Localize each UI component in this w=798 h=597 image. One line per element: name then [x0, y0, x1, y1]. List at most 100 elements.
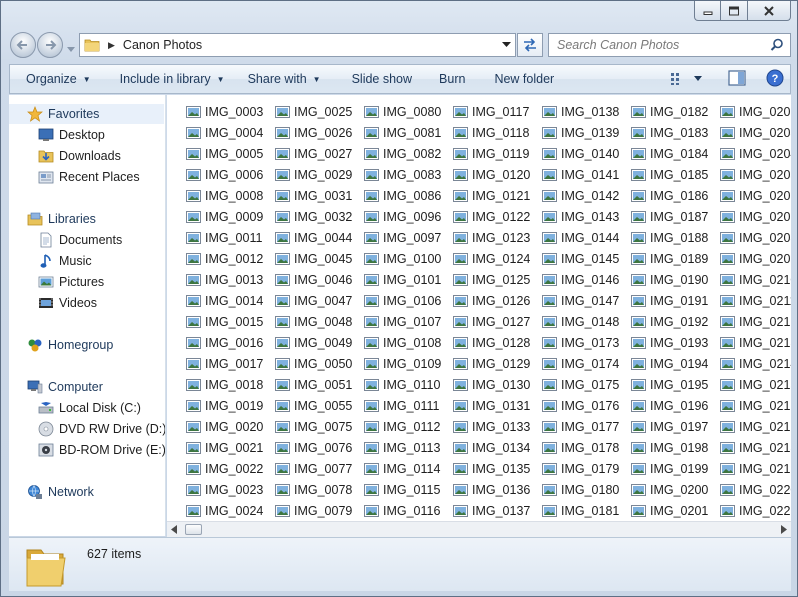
- breadcrumb-separator-icon[interactable]: ▶: [108, 40, 115, 51]
- list-item[interactable]: IMG_0009: [186, 206, 263, 227]
- list-item[interactable]: IMG_0055: [275, 395, 352, 416]
- list-item[interactable]: IMG_0187: [631, 206, 708, 227]
- list-item[interactable]: IMG_0050: [275, 353, 352, 374]
- list-item[interactable]: IMG_0022: [186, 458, 263, 479]
- burn-button[interactable]: Burn: [423, 65, 476, 93]
- list-item[interactable]: IMG_0173: [542, 332, 619, 353]
- list-item[interactable]: IMG_0008: [186, 185, 263, 206]
- sidebar-item-recent-places[interactable]: Recent Places: [9, 167, 140, 187]
- list-item[interactable]: IMG_0179: [542, 458, 619, 479]
- list-item[interactable]: IMG_0185: [631, 164, 708, 185]
- list-item[interactable]: IMG_0180: [542, 479, 619, 500]
- list-item[interactable]: IMG_0142: [542, 185, 619, 206]
- list-item[interactable]: IMG_0005: [186, 143, 263, 164]
- list-item[interactable]: IMG_0204: [720, 143, 791, 164]
- list-item[interactable]: IMG_0012: [186, 248, 263, 269]
- sidebar-item-libraries[interactable]: Libraries: [9, 209, 96, 229]
- list-item[interactable]: IMG_0220: [720, 479, 791, 500]
- list-item[interactable]: IMG_0189: [631, 248, 708, 269]
- list-item[interactable]: IMG_0133: [453, 416, 530, 437]
- list-item[interactable]: IMG_0004: [186, 122, 263, 143]
- list-item[interactable]: IMG_0120: [453, 164, 530, 185]
- list-item[interactable]: IMG_0210: [720, 269, 791, 290]
- sidebar-item-music[interactable]: Music: [9, 251, 92, 271]
- list-item[interactable]: IMG_0135: [453, 458, 530, 479]
- list-item[interactable]: IMG_0138: [542, 101, 619, 122]
- list-item[interactable]: IMG_0121: [453, 185, 530, 206]
- maximize-button[interactable]: [721, 1, 748, 21]
- list-item[interactable]: IMG_0115: [364, 479, 441, 500]
- list-item[interactable]: IMG_0197: [631, 416, 708, 437]
- list-item[interactable]: IMG_0134: [453, 437, 530, 458]
- list-item[interactable]: IMG_0047: [275, 290, 352, 311]
- list-item[interactable]: IMG_0129: [453, 353, 530, 374]
- sidebar-item-computer[interactable]: Computer: [9, 377, 103, 397]
- file-list[interactable]: IMG_0003 IMG_0004 IMG_0005 IMG_0006 IMG_0008…: [167, 95, 791, 521]
- list-item[interactable]: IMG_0116: [364, 500, 441, 521]
- list-item[interactable]: IMG_0032: [275, 206, 352, 227]
- close-button[interactable]: [748, 1, 791, 21]
- list-item[interactable]: IMG_0208: [720, 227, 791, 248]
- list-item[interactable]: IMG_0086: [364, 185, 441, 206]
- list-item[interactable]: IMG_0145: [542, 248, 619, 269]
- list-item[interactable]: IMG_0031: [275, 185, 352, 206]
- sidebar-item-local-disk[interactable]: Local Disk (C:): [9, 398, 141, 418]
- list-item[interactable]: IMG_0203: [720, 122, 791, 143]
- slide-show-button[interactable]: Slide show: [332, 65, 423, 93]
- list-item[interactable]: IMG_0143: [542, 206, 619, 227]
- list-item[interactable]: IMG_0083: [364, 164, 441, 185]
- list-item[interactable]: IMG_0147: [542, 290, 619, 311]
- help-button[interactable]: ?: [766, 69, 784, 90]
- list-item[interactable]: IMG_0130: [453, 374, 530, 395]
- list-item[interactable]: IMG_0114: [364, 458, 441, 479]
- sidebar-item-favorites[interactable]: Favorites: [9, 104, 164, 124]
- organize-menu[interactable]: Organize ▼: [10, 65, 102, 93]
- sidebar-item-homegroup[interactable]: Homegroup: [9, 335, 113, 355]
- scroll-right-icon[interactable]: [781, 525, 787, 534]
- list-item[interactable]: IMG_0183: [631, 122, 708, 143]
- sidebar-item-bdrom-drive[interactable]: BD-ROM Drive (E:) 2: [9, 440, 165, 460]
- list-item[interactable]: IMG_0213: [720, 332, 791, 353]
- list-item[interactable]: IMG_0131: [453, 395, 530, 416]
- list-item[interactable]: IMG_0175: [542, 374, 619, 395]
- list-item[interactable]: IMG_0207: [720, 206, 791, 227]
- list-item[interactable]: IMG_0195: [631, 374, 708, 395]
- list-item[interactable]: IMG_0141: [542, 164, 619, 185]
- list-item[interactable]: IMG_0193: [631, 332, 708, 353]
- list-item[interactable]: IMG_0096: [364, 206, 441, 227]
- list-item[interactable]: IMG_0017: [186, 353, 263, 374]
- list-item[interactable]: IMG_0196: [631, 395, 708, 416]
- list-item[interactable]: IMG_0214: [720, 353, 791, 374]
- list-item[interactable]: IMG_0125: [453, 269, 530, 290]
- list-item[interactable]: IMG_0215: [720, 374, 791, 395]
- sidebar-item-dvd-drive[interactable]: DVD RW Drive (D:) M: [9, 419, 165, 439]
- list-item[interactable]: IMG_0148: [542, 311, 619, 332]
- list-item[interactable]: IMG_0218: [720, 437, 791, 458]
- forward-button[interactable]: [37, 32, 63, 58]
- list-item[interactable]: IMG_0045: [275, 248, 352, 269]
- list-item[interactable]: IMG_0216: [720, 395, 791, 416]
- list-item[interactable]: IMG_0110: [364, 374, 441, 395]
- search-input[interactable]: Search Canon Photos: [548, 33, 791, 57]
- list-item[interactable]: IMG_0106: [364, 290, 441, 311]
- list-item[interactable]: IMG_0198: [631, 437, 708, 458]
- list-item[interactable]: IMG_0014: [186, 290, 263, 311]
- list-item[interactable]: IMG_0026: [275, 122, 352, 143]
- list-item[interactable]: IMG_0212: [720, 311, 791, 332]
- list-item[interactable]: IMG_0139: [542, 122, 619, 143]
- list-item[interactable]: IMG_0211: [720, 290, 791, 311]
- list-item[interactable]: IMG_0082: [364, 143, 441, 164]
- list-item[interactable]: IMG_0123: [453, 227, 530, 248]
- list-item[interactable]: IMG_0202: [720, 101, 791, 122]
- address-dropdown-icon[interactable]: [502, 42, 511, 48]
- list-item[interactable]: IMG_0027: [275, 143, 352, 164]
- list-item[interactable]: IMG_0127: [453, 311, 530, 332]
- list-item[interactable]: IMG_0194: [631, 353, 708, 374]
- horizontal-scrollbar[interactable]: [167, 521, 791, 537]
- list-item[interactable]: IMG_0119: [453, 143, 530, 164]
- list-item[interactable]: IMG_0046: [275, 269, 352, 290]
- list-item[interactable]: IMG_0076: [275, 437, 352, 458]
- sidebar-item-downloads[interactable]: Downloads: [9, 146, 121, 166]
- list-item[interactable]: IMG_0176: [542, 395, 619, 416]
- scrollbar-thumb[interactable]: [185, 524, 202, 535]
